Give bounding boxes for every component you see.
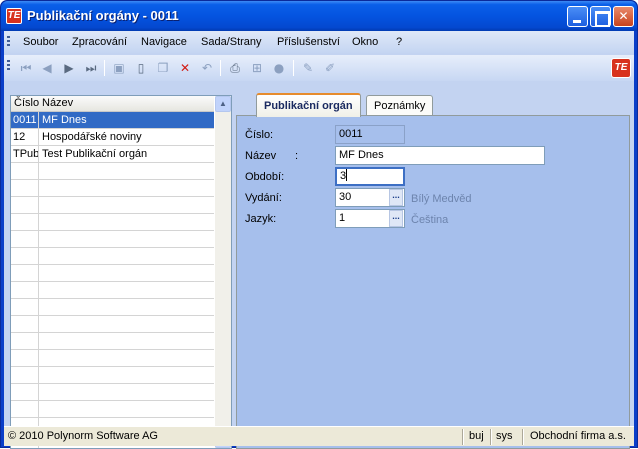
menu-soubor[interactable]: Soubor bbox=[23, 36, 58, 48]
status-db: sys bbox=[496, 430, 513, 442]
table-row[interactable]: TPub Test Publikační orgán bbox=[11, 146, 214, 163]
menu-prislusenstvi[interactable]: Příslušenství bbox=[277, 36, 340, 48]
table-row[interactable]: 12 Hospodářské noviny bbox=[11, 129, 214, 146]
status-company: Obchodní firma a.s. bbox=[530, 430, 626, 442]
nazev-colon: : bbox=[295, 150, 299, 162]
menu-grip[interactable] bbox=[7, 36, 10, 48]
cell-cislo: 0011 bbox=[11, 112, 39, 129]
empty-row bbox=[11, 231, 214, 248]
close-button[interactable]: ✕ bbox=[613, 6, 634, 27]
save-icon[interactable]: ▣ bbox=[111, 60, 127, 76]
obdobi-input[interactable]: 3 bbox=[335, 167, 405, 186]
toolbar-separator bbox=[104, 60, 105, 76]
empty-row bbox=[11, 214, 214, 231]
app-window: TE Publikační orgány - 0011 ✕ Soubor Zpr… bbox=[0, 0, 638, 449]
record-icon[interactable]: ● bbox=[271, 60, 287, 76]
status-separator bbox=[490, 429, 492, 445]
empty-row bbox=[11, 265, 214, 282]
cell-cislo: 12 bbox=[11, 129, 39, 146]
column-header-nazev[interactable]: Název bbox=[42, 97, 73, 109]
toolbar-separator bbox=[220, 60, 221, 76]
menu-bar: Soubor Zpracování Navigace Sada/Strany P… bbox=[4, 31, 634, 53]
new-record-icon[interactable]: ▯ bbox=[133, 60, 149, 76]
minimize-button[interactable] bbox=[567, 6, 588, 27]
table-row[interactable]: 0011 MF Dnes bbox=[11, 112, 214, 129]
empty-row bbox=[11, 333, 214, 350]
tab-publikacni-organ[interactable]: Publikační orgán bbox=[256, 93, 361, 117]
toolbar: ⏮ ◀ ▶ ⏭ ▣ ▯ ❐ ✕ ↶ ⎙ ⊞ ● ✎ ✐ TE bbox=[4, 55, 634, 81]
nazev-input[interactable]: MF Dnes bbox=[335, 146, 545, 165]
grid-scrollbar[interactable]: ▲ ▼ bbox=[215, 96, 231, 448]
menu-zpracovani[interactable]: Zpracování bbox=[72, 36, 127, 48]
cell-cislo: TPub bbox=[11, 146, 39, 163]
copy-icon[interactable]: ❐ bbox=[155, 60, 171, 76]
scroll-up-button[interactable]: ▲ bbox=[215, 96, 231, 112]
undo-icon[interactable]: ↶ bbox=[199, 60, 215, 76]
empty-row bbox=[11, 180, 214, 197]
empty-row bbox=[11, 197, 214, 214]
window-title: Publikační orgány - 0011 bbox=[27, 8, 179, 23]
status-copyright: © 2010 Polynorm Software AG bbox=[8, 430, 158, 442]
tab-panel: Číslo: 0011 Název : MF Dnes Období: 3 Vy… bbox=[236, 115, 630, 449]
tab-poznamky[interactable]: Poznámky bbox=[366, 95, 434, 116]
nazev-label: Název bbox=[245, 150, 277, 162]
obdobi-label: Období: bbox=[245, 171, 285, 183]
jazyk-label: Jazyk: bbox=[245, 213, 277, 225]
empty-row bbox=[11, 163, 214, 180]
maximize-button[interactable] bbox=[590, 6, 611, 27]
menu-navigace[interactable]: Navigace bbox=[141, 36, 187, 48]
last-record-icon[interactable]: ⏭ bbox=[83, 60, 99, 76]
jazyk-hint: Čeština bbox=[411, 214, 449, 226]
tree-icon[interactable]: ⊞ bbox=[249, 60, 265, 76]
clear-icon[interactable]: ✐ bbox=[322, 60, 338, 76]
client-area: Soubor Zpracování Navigace Sada/Strany P… bbox=[4, 31, 634, 449]
toolbar-grip[interactable] bbox=[7, 60, 10, 72]
empty-row bbox=[11, 316, 214, 333]
previous-record-icon[interactable]: ◀ bbox=[39, 60, 55, 76]
menu-sada-strany[interactable]: Sada/Strany bbox=[201, 36, 262, 48]
empty-row bbox=[11, 401, 214, 418]
cislo-label: Číslo: bbox=[245, 129, 274, 141]
app-logo-icon: TE bbox=[6, 8, 22, 24]
empty-row bbox=[11, 367, 214, 384]
text-caret bbox=[346, 169, 348, 181]
vydani-lookup-button[interactable]: ... bbox=[389, 189, 403, 206]
cell-nazev: Hospodářské noviny bbox=[42, 131, 142, 143]
cell-nazev: MF Dnes bbox=[42, 114, 87, 126]
cell-nazev: Test Publikační orgán bbox=[42, 148, 148, 160]
brand-logo-icon: TE bbox=[611, 58, 631, 78]
empty-row bbox=[11, 384, 214, 401]
grid-rows: 0011 MF Dnes 12 Hospodářské noviny TPub … bbox=[11, 112, 214, 448]
empty-row bbox=[11, 248, 214, 265]
next-record-icon[interactable]: ▶ bbox=[61, 60, 77, 76]
toolbar-separator bbox=[293, 60, 294, 76]
status-user: buj bbox=[469, 430, 484, 442]
menu-okno[interactable]: Okno bbox=[352, 36, 378, 48]
grid-header: Číslo Název bbox=[11, 96, 214, 112]
edit-icon[interactable]: ✎ bbox=[300, 60, 316, 76]
detail-tabs: Publikační orgán Poznámky Číslo: 0011 Ná… bbox=[236, 93, 630, 449]
empty-row bbox=[11, 282, 214, 299]
jazyk-lookup-button[interactable]: ... bbox=[389, 210, 403, 227]
delete-icon[interactable]: ✕ bbox=[177, 60, 193, 76]
vydani-label: Vydání: bbox=[245, 192, 282, 204]
records-grid[interactable]: Číslo Název 0011 MF Dnes 12 Hospodářské … bbox=[10, 95, 232, 449]
print-icon[interactable]: ⎙ bbox=[227, 60, 243, 76]
menu-help[interactable]: ? bbox=[396, 36, 402, 48]
cislo-field: 0011 bbox=[335, 125, 405, 144]
empty-row bbox=[11, 299, 214, 316]
title-bar[interactable]: TE Publikační orgány - 0011 ✕ bbox=[1, 1, 637, 31]
empty-row bbox=[11, 350, 214, 367]
status-bar: © 2010 Polynorm Software AG buj sys Obch… bbox=[4, 426, 634, 446]
column-header-cislo[interactable]: Číslo bbox=[14, 97, 39, 109]
status-separator bbox=[462, 429, 464, 445]
vydani-hint: Bílý Medvěd bbox=[411, 193, 472, 205]
first-record-icon[interactable]: ⏮ bbox=[18, 60, 34, 76]
status-separator bbox=[522, 429, 524, 445]
